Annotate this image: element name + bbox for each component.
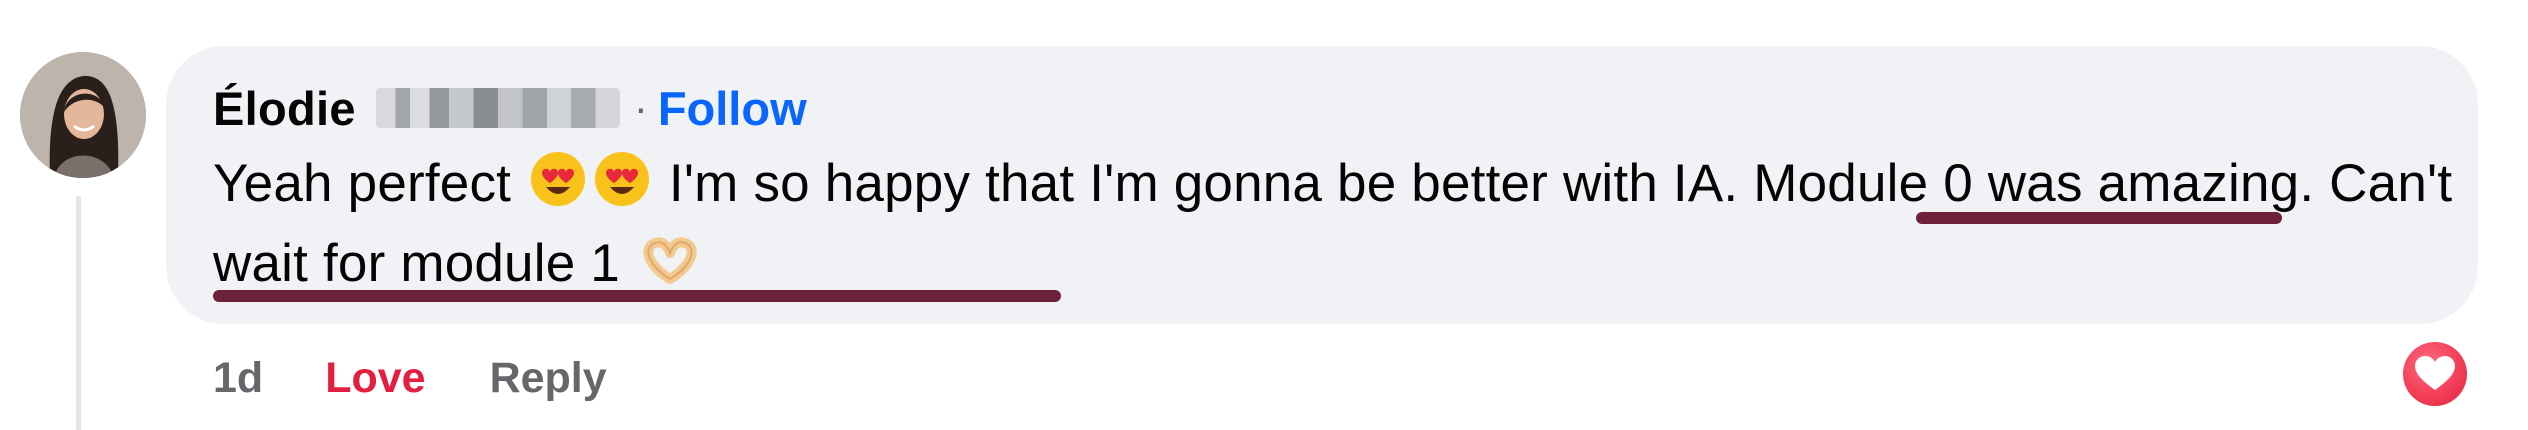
highlight-underline <box>213 290 1061 302</box>
comment-header: Élodie · Follow <box>213 78 807 138</box>
author-name[interactable]: Élodie <box>213 81 356 136</box>
love-reaction-button[interactable]: Love <box>325 354 425 403</box>
avatar[interactable] <box>20 52 146 178</box>
comment-timestamp[interactable]: 1d <box>213 354 263 403</box>
comment-text: Yeah perfect I'm so happy that I'm gonna… <box>213 144 2453 304</box>
separator-dot: · <box>633 84 648 131</box>
reaction-badge[interactable] <box>2399 338 2471 410</box>
redacted-surname <box>375 88 620 128</box>
highlight-underline <box>1916 212 2282 224</box>
heart-hands-emoji-icon <box>637 229 697 289</box>
comment-actions: 1d Love Reply <box>213 350 607 406</box>
heart-eyes-emoji-icon <box>528 149 588 209</box>
thread-line <box>76 196 81 430</box>
comment-text-part-1: Yeah perfect <box>213 154 526 213</box>
heart-eyes-emoji-icon <box>592 149 652 209</box>
follow-button[interactable]: Follow <box>658 81 807 136</box>
love-reaction-icon <box>2403 342 2467 406</box>
reply-button[interactable]: Reply <box>490 354 607 403</box>
